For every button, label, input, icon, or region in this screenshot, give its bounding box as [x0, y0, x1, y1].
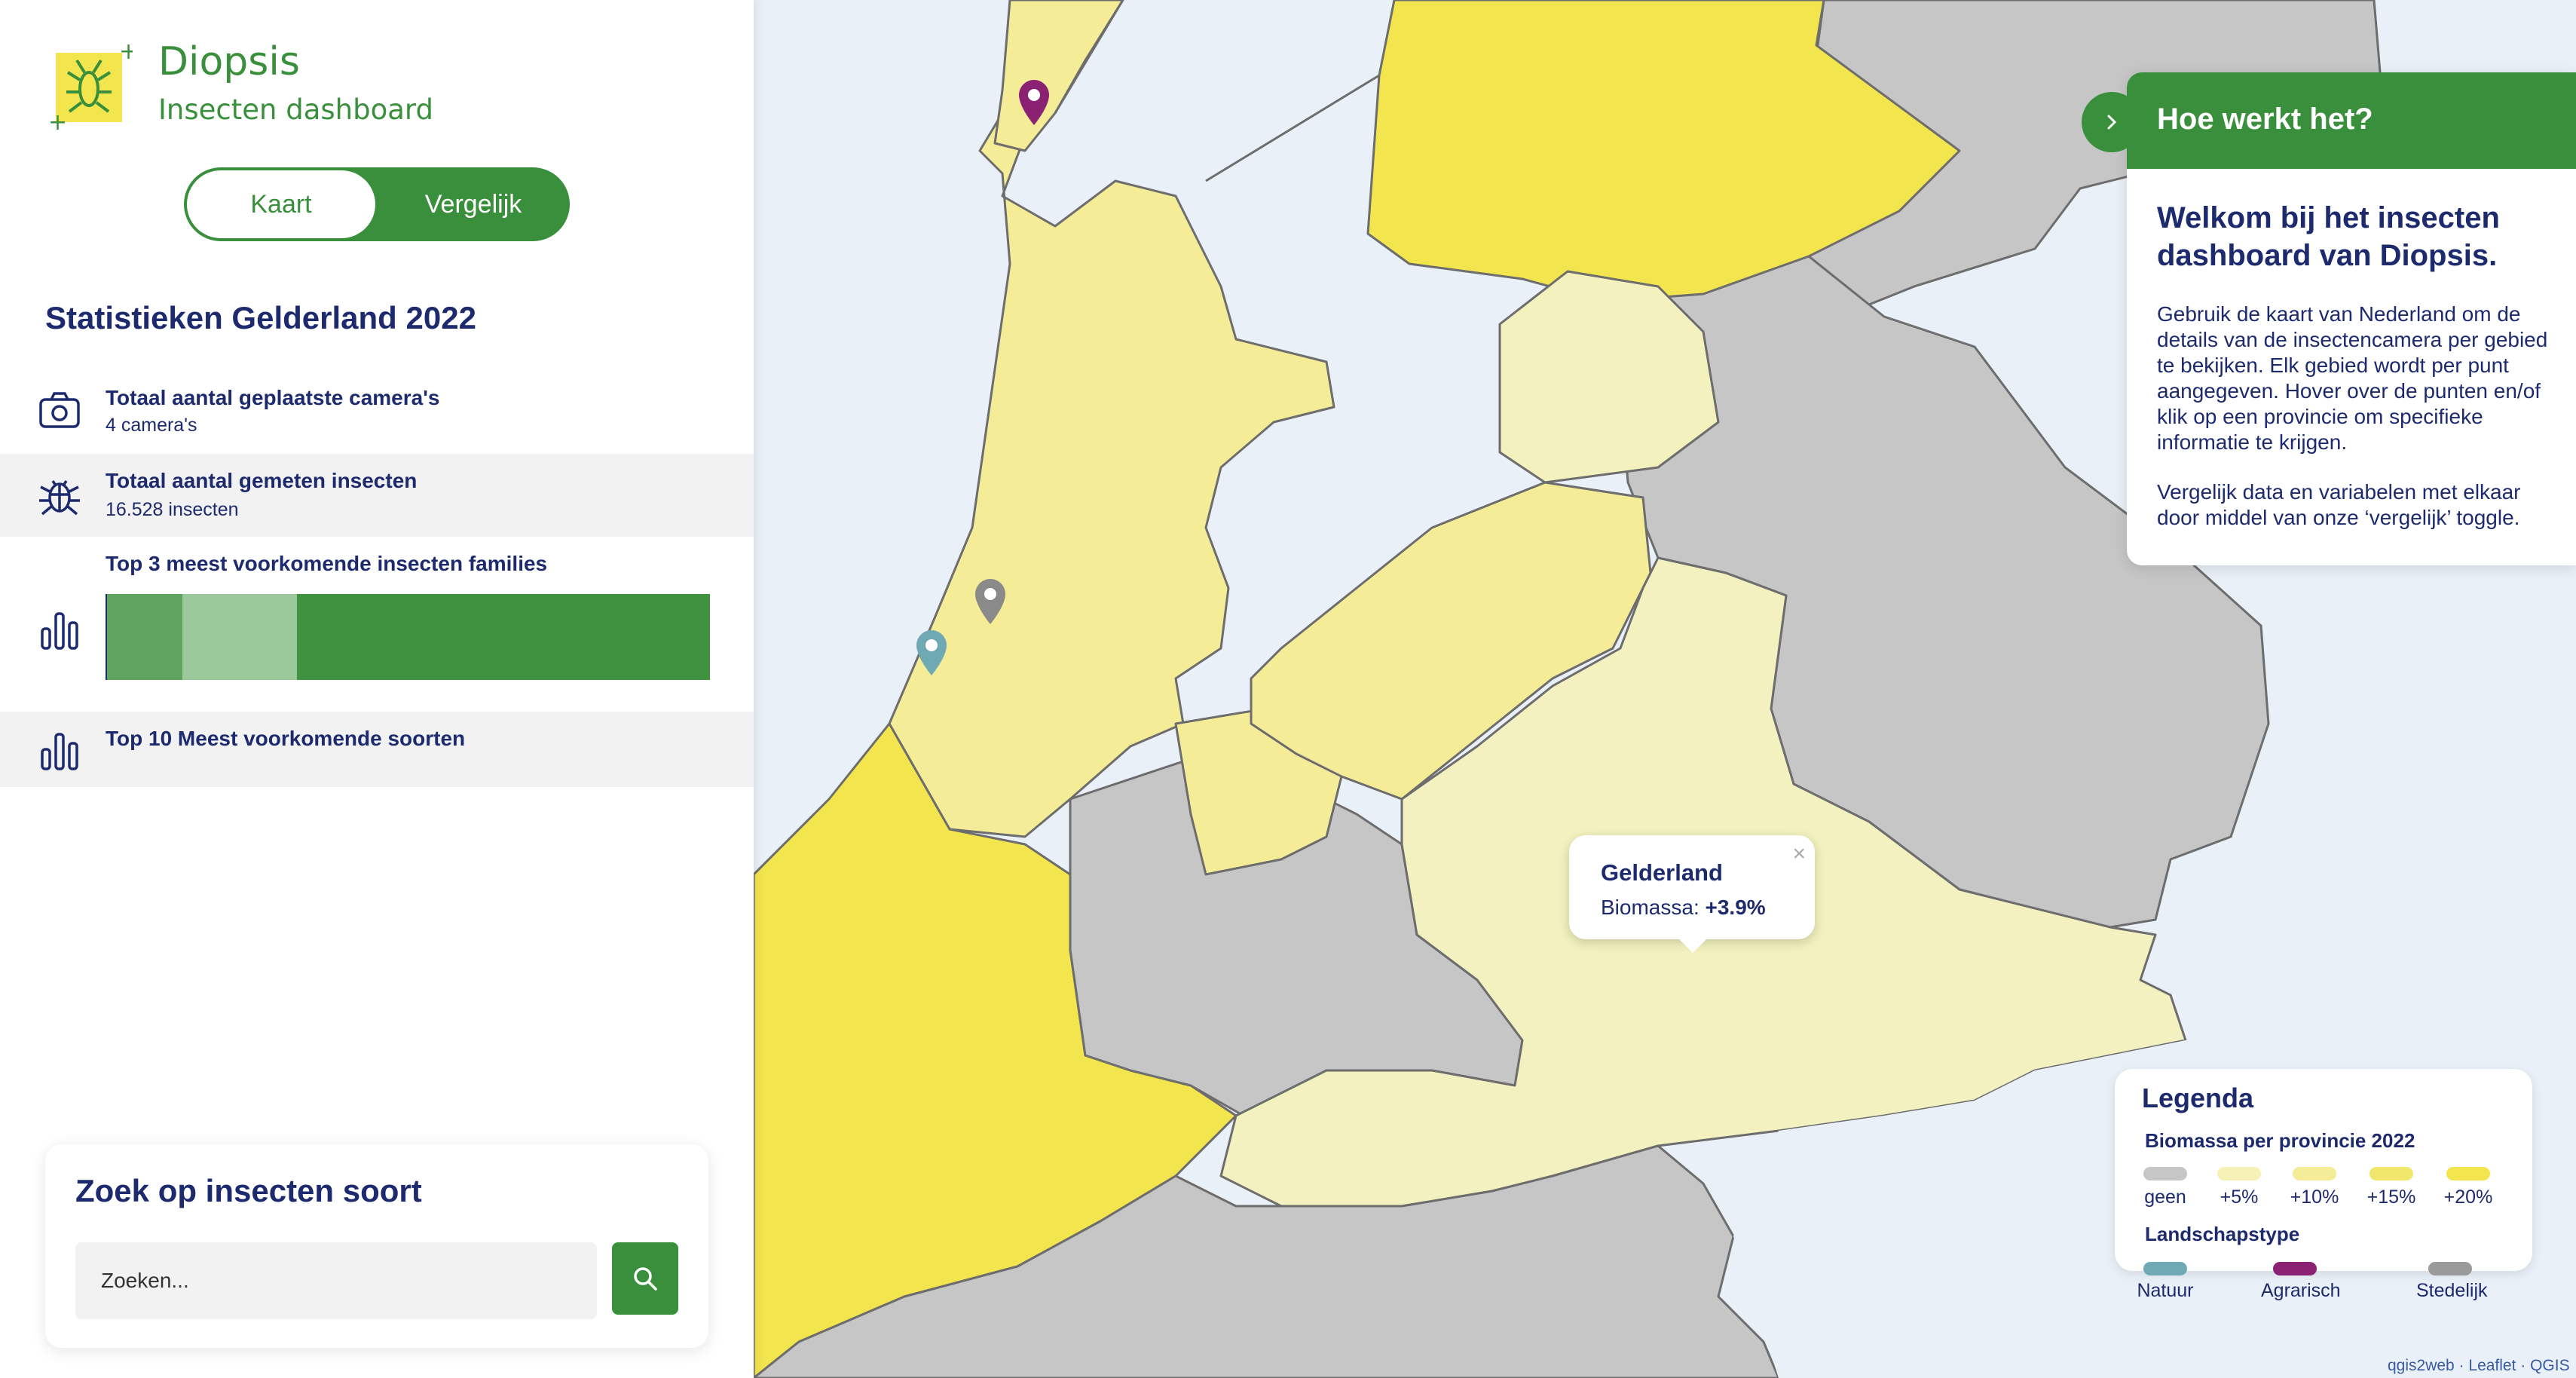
camera-icon [39, 392, 80, 428]
legend: Legenda Biomassa per provincie 2022 geen… [2115, 1069, 2532, 1301]
info-collapse-button[interactable] [2082, 92, 2142, 152]
legend-label: +5% [2220, 1187, 2259, 1208]
marker-agrarisch[interactable] [1019, 80, 1049, 134]
brand-name: Diopsis [158, 39, 300, 84]
marker-stedelijk[interactable] [975, 579, 1005, 633]
toggle-vergelijk[interactable]: Vergelijk [377, 167, 570, 241]
legend-swatch-15 [2369, 1167, 2413, 1180]
search-card: Zoek op insecten soort [45, 1144, 708, 1348]
svg-text:+: + [50, 109, 67, 133]
legend-label: +10% [2290, 1187, 2339, 1208]
stat-cameras: Totaal aantal geplaatste camera's 4 came… [0, 372, 754, 452]
popup-biomass-label: Biomassa: [1601, 896, 1699, 919]
map-attribution[interactable]: qgis2web · Leaflet · QGIS [2388, 1357, 2570, 1375]
legend-label: +15% [2366, 1187, 2416, 1208]
bug-icon [39, 480, 80, 516]
info-header: Hoe werkt het? [2127, 72, 2576, 169]
family-bar-segment-2[interactable] [182, 594, 297, 680]
family-bar[interactable] [106, 594, 710, 680]
sidebar: + + Diopsis Insecten dashboard Kaart Ver… [0, 0, 754, 1378]
chevron-right-icon [2107, 115, 2117, 130]
legend-label: geen [2144, 1187, 2186, 1208]
bar-chart-icon [41, 612, 78, 650]
view-toggle[interactable]: Kaart Vergelijk [184, 167, 570, 241]
stat-cameras-value: 4 camera's [106, 415, 197, 436]
brand-subtitle: Insecten dashboard [158, 93, 433, 126]
svg-text:+: + [119, 42, 133, 65]
legend-swatch-5 [2217, 1167, 2261, 1180]
stat-species-label: Top 10 Meest voorkomende soorten [106, 727, 466, 750]
search-icon [634, 1267, 657, 1291]
stat-families-label: Top 3 meest voorkomende insecten familie… [106, 552, 548, 575]
stat-species[interactable]: Top 10 Meest voorkomende soorten [0, 712, 754, 787]
search-input[interactable] [75, 1242, 597, 1319]
bar-chart-icon [41, 733, 78, 770]
info-panel: Hoe werkt het? Welkom bij het insecten d… [2127, 72, 2576, 565]
legend-landscape-title: Landschapstype [2145, 1223, 2300, 1245]
legend-swatch-10 [2293, 1167, 2336, 1180]
popup-biomass-value: +3.9% [1705, 896, 1766, 919]
legend-swatch-geen [2143, 1167, 2187, 1180]
legend-title: Legenda [2142, 1082, 2254, 1113]
legend-swatch-natuur [2143, 1262, 2187, 1275]
stats-title: Statistieken Gelderland 2022 [45, 300, 476, 335]
info-heading: Welkom bij het insecten dashboard van Di… [2157, 201, 2500, 272]
legend-swatch-agrarisch [2273, 1262, 2317, 1275]
legend-swatch-stedelijk [2428, 1262, 2472, 1275]
toggle-kaart[interactable]: Kaart [187, 170, 375, 238]
stat-insects-label: Totaal aantal gemeten insecten [106, 469, 418, 492]
popup-close-button[interactable]: × [1792, 841, 1806, 867]
legend-label: Natuur [2137, 1280, 2194, 1301]
search-button[interactable] [612, 1242, 678, 1315]
family-bar-segment-1[interactable] [107, 594, 182, 680]
popup-title: Gelderland [1601, 859, 1723, 886]
legend-label: +20% [2443, 1187, 2493, 1208]
legend-swatch-20 [2446, 1167, 2490, 1180]
family-bar-segment-3[interactable] [297, 594, 710, 680]
diopsis-logo-icon: + + [50, 42, 133, 133]
stat-insects: Totaal aantal gemeten insecten 16.528 in… [0, 454, 754, 537]
search-title: Zoek op insecten soort [75, 1173, 422, 1208]
stat-insects-value: 16.528 insecten [106, 499, 239, 520]
legend-biomass-title: Biomassa per provincie 2022 [2145, 1129, 2415, 1152]
info-paragraph-2: Vergelijk data en variabelen met elkaar … [2157, 480, 2521, 529]
legend-label: Stedelijk [2416, 1280, 2488, 1301]
region-popup: × Gelderland Biomassa: +3.9% [1569, 835, 1815, 953]
info-title: Hoe werkt het? [2157, 103, 2373, 136]
popup-biomass: Biomassa: +3.9% [1601, 896, 1766, 920]
legend-label: Agrarisch [2261, 1280, 2341, 1301]
info-paragraph-1: Gebruik de kaart van Nederland om de det… [2157, 302, 2548, 454]
stat-cameras-label: Totaal aantal geplaatste camera's [106, 386, 440, 409]
marker-natuur[interactable] [916, 630, 947, 684]
